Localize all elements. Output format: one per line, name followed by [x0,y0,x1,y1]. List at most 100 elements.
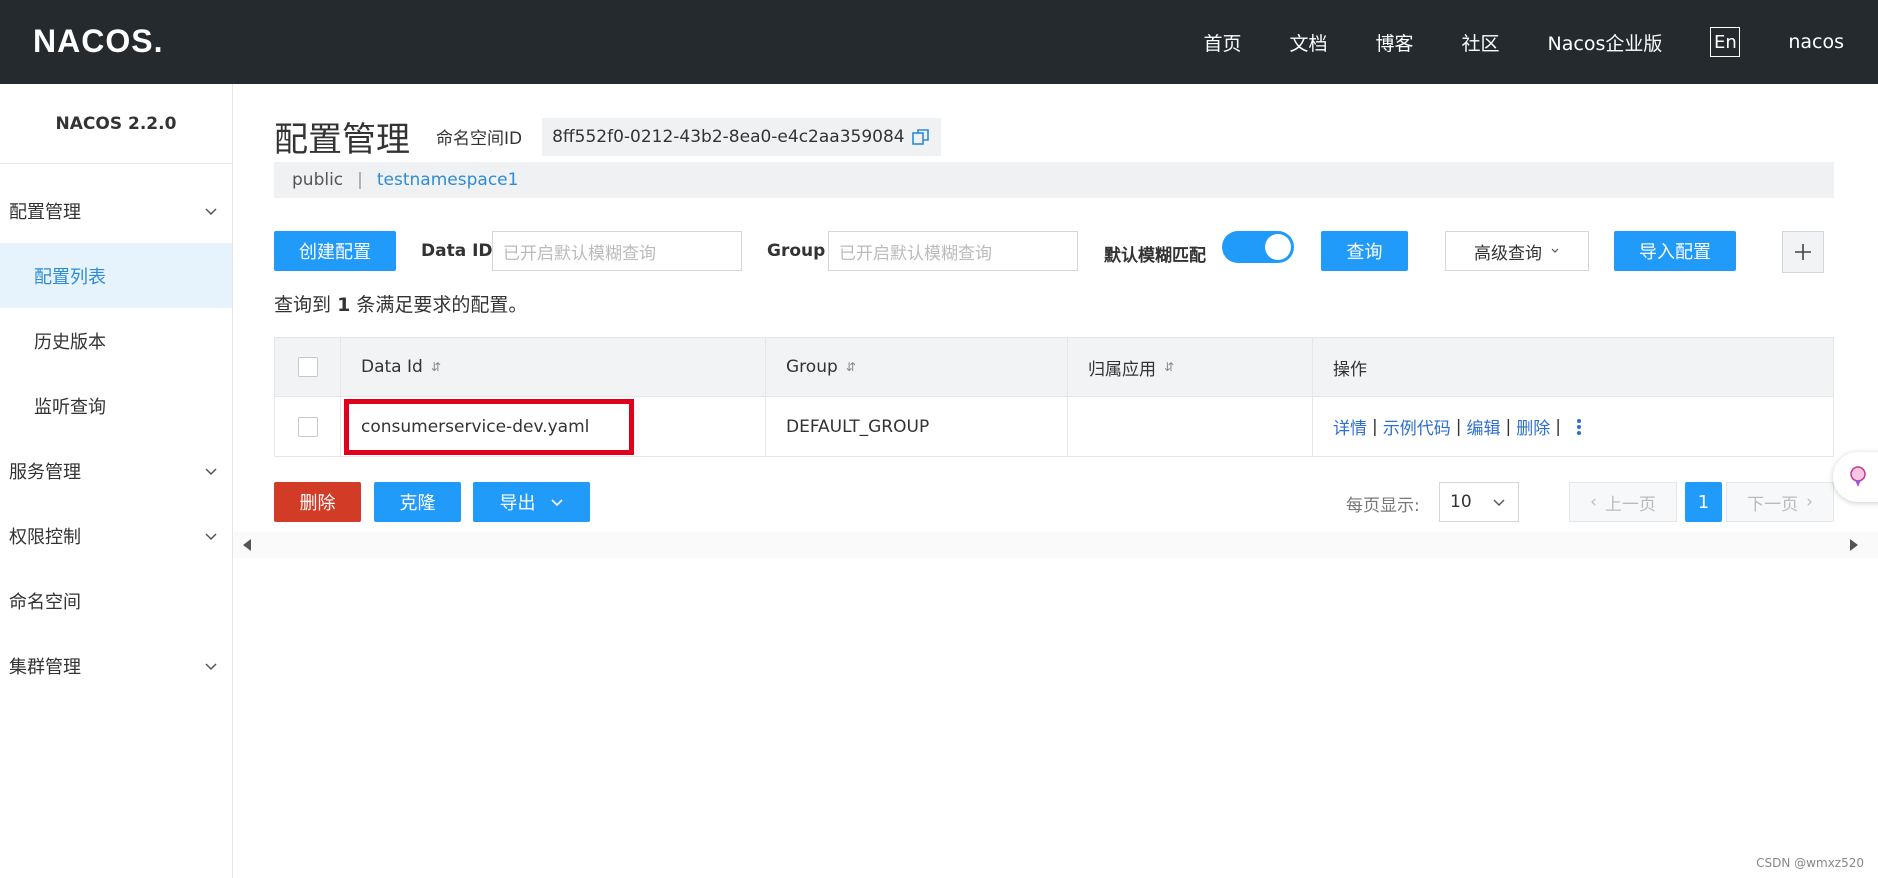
table-header: Data Id ⇵ Group ⇵ 归属应用 ⇵ 操作 [275,338,1833,397]
assistant-icon [1850,466,1866,487]
sidebar-item-label: 配置列表 [34,266,106,288]
sidebar-item-label: 配置管理 [9,201,81,223]
sidebar-item-config-list[interactable]: 配置列表 [0,243,232,308]
batch-delete-button[interactable]: 删除 [274,482,361,522]
user-menu[interactable]: nacos [1788,31,1844,53]
sidebar-item-namespace[interactable]: 命名空间 [0,568,232,633]
sidebar-item-label: 权限控制 [9,526,81,548]
chevron-down-icon [1551,248,1559,253]
query-button[interactable]: 查询 [1321,231,1408,271]
chevron-down-icon [205,207,217,215]
cell-app [1068,397,1313,456]
page-size-value: 10 [1450,492,1472,512]
sidebar-item-history[interactable]: 历史版本 [0,308,232,373]
sidebar-item-cluster-management[interactable]: 集群管理 [0,633,232,698]
language-switch-button[interactable]: En [1710,27,1741,57]
sample-code-link[interactable]: 示例代码 [1383,414,1451,439]
search-toolbar: 创建配置 Data ID 已开启默认模糊查询 Group 已开启默认模糊查询 默… [274,231,1834,273]
nav-enterprise[interactable]: Nacos企业版 [1548,29,1663,56]
page-size-label: 每页显示: [1346,496,1420,516]
header-label: 操作 [1333,359,1367,380]
row-select-cell [275,397,341,456]
details-link[interactable]: 详情 [1333,414,1367,439]
scroll-right-icon[interactable] [1850,539,1858,551]
table-row: consumerservice-dev.yaml DEFAULT_GROUP 详… [275,397,1833,456]
delete-link[interactable]: 删除 [1516,414,1550,439]
import-config-button[interactable]: 导入配置 [1614,231,1736,271]
edit-link[interactable]: 编辑 [1466,414,1500,439]
prev-page-button[interactable]: ‹ 上一页 [1569,482,1677,522]
export-button[interactable]: 导出 [473,482,590,522]
header-group[interactable]: Group ⇵ [766,338,1068,396]
namespace-tab-public[interactable]: public [292,170,343,190]
next-page-button[interactable]: 下一页 › [1726,482,1834,522]
nav-community[interactable]: 社区 [1462,29,1500,56]
group-input[interactable]: 已开启默认模糊查询 [828,231,1078,271]
copy-icon[interactable] [911,127,931,147]
sidebar-item-access-control[interactable]: 权限控制 [0,503,232,568]
data-id-input[interactable]: 已开启默认模糊查询 [492,231,742,271]
data-id-label: Data ID [421,241,493,261]
nav-blog[interactable]: 博客 [1375,29,1413,56]
sidebar-item-label: 历史版本 [34,331,106,353]
sidebar-item-service-management[interactable]: 服务管理 [0,438,232,503]
sidebar-menu: 配置管理 配置列表 历史版本 监听查询 服务管理 权限控制 命名空间 集群管理 [0,178,232,698]
namespace-id-value: 8ff552f0-0212-43b2-8ea0-e4c2aa359084 [552,126,905,147]
result-prefix: 查询到 [274,294,332,316]
namespace-tab-testnamespace1[interactable]: testnamespace1 [377,170,519,190]
result-suffix: 条满足要求的配置。 [356,294,528,316]
add-button[interactable] [1782,231,1824,273]
next-page-label: 下一页 [1747,494,1799,515]
advanced-query-button[interactable]: 高级查询 [1445,231,1589,271]
chevron-left-icon: ‹ [1590,492,1597,512]
op-separator: | [1372,416,1378,437]
scroll-left-icon[interactable] [243,539,251,551]
top-nav: 首页 文档 博客 社区 Nacos企业版 En nacos [1203,0,1878,84]
toggle-knob [1265,234,1291,260]
chevron-down-icon [1493,499,1505,506]
namespace-id-box: 8ff552f0-0212-43b2-8ea0-e4c2aa359084 [542,117,941,156]
sort-icon[interactable]: ⇵ [846,360,856,374]
bottom-actions: 删除 克隆 导出 每页显示: 10 ‹ 上一页 1 下一页 › [274,482,1834,522]
cell-data-id: consumerservice-dev.yaml [341,397,766,456]
cell-operations: 详情 | 示例代码 | 编辑 | 删除 | [1313,397,1833,456]
result-summary: 查询到 1 条满足要求的配置。 [274,290,527,317]
floating-assistant-button[interactable] [1833,452,1878,502]
namespace-tabs: public | testnamespace1 [274,162,1834,198]
op-separator: | [1505,416,1512,437]
title-row: 配置管理 命名空间ID 8ff552f0-0212-43b2-8ea0-e4c2… [274,112,941,161]
sidebar-item-label: 监听查询 [34,396,106,418]
chevron-down-icon [205,532,217,540]
header-data-id[interactable]: Data Id ⇵ [341,338,766,396]
page-size-select[interactable]: 10 [1439,482,1519,522]
header-app[interactable]: 归属应用 ⇵ [1068,338,1313,396]
chevron-down-icon [550,499,563,507]
namespace-separator: | [357,170,363,190]
fuzzy-match-label: 默认模糊匹配 [1104,246,1206,266]
advanced-query-label: 高级查询 [1474,243,1542,264]
sidebar: NACOS 2.2.0 配置管理 配置列表 历史版本 监听查询 服务管理 权限控… [0,84,233,878]
sidebar-item-label: 服务管理 [9,461,81,483]
select-all-checkbox[interactable] [297,357,318,377]
current-page-button[interactable]: 1 [1685,482,1722,522]
create-config-button[interactable]: 创建配置 [274,231,396,271]
sidebar-item-listener-query[interactable]: 监听查询 [0,373,232,438]
nav-docs[interactable]: 文档 [1289,29,1327,56]
horizontal-scrollbar[interactable] [233,532,1878,558]
row-checkbox[interactable] [297,416,318,437]
cell-group: DEFAULT_GROUP [766,397,1068,456]
sort-icon[interactable]: ⇵ [1164,360,1174,374]
data-id-value: consumerservice-dev.yaml [361,416,590,437]
more-vertical-icon[interactable] [1576,417,1582,437]
sidebar-item-config-management[interactable]: 配置管理 [0,178,232,243]
nacos-logo[interactable]: NACOS. [33,22,163,60]
header-label: Group [786,357,838,377]
clone-button[interactable]: 克隆 [374,482,461,522]
watermark: CSDN @wmxz520 [1756,856,1864,870]
sort-icon[interactable]: ⇵ [431,360,441,374]
plus-icon [1795,244,1811,260]
nav-home[interactable]: 首页 [1203,29,1241,56]
select-all-cell [275,338,341,396]
top-bar: NACOS. 首页 文档 博客 社区 Nacos企业版 En nacos [0,0,1878,84]
fuzzy-match-toggle[interactable] [1222,231,1294,263]
